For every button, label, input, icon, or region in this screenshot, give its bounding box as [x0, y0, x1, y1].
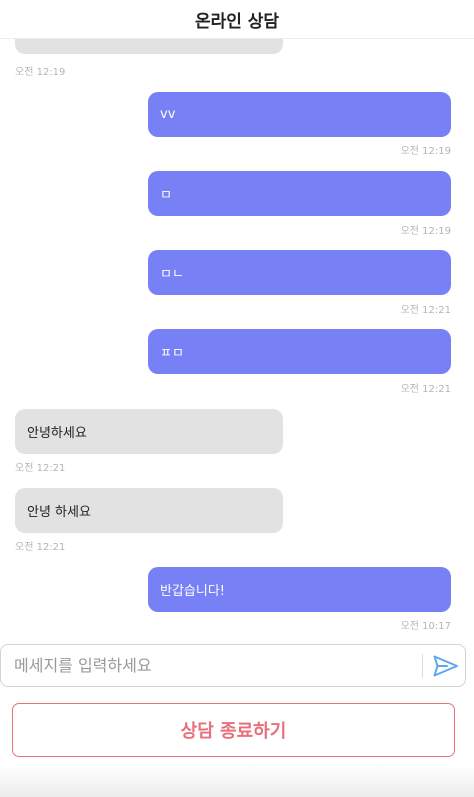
sent-message-bubble: vv	[148, 92, 451, 137]
message-text: vv	[160, 107, 176, 122]
sent-message-bubble: ㅁㄴ	[148, 250, 451, 295]
composer-divider	[422, 654, 423, 678]
chat-header: 온라인 상담	[0, 0, 474, 39]
message-timestamp: 오전 12:19	[400, 226, 451, 237]
message-timestamp: 오전 12:19	[15, 67, 66, 78]
end-consultation-button[interactable]: 상담 종료하기	[12, 703, 455, 757]
message-timestamp: 오전 12:21	[15, 463, 66, 474]
message-text: 안녕하세요	[27, 426, 87, 441]
message-timestamp: 오전 12:21	[400, 305, 451, 316]
message-text: 안녕 하세요	[27, 505, 91, 520]
received-message-bubble	[15, 39, 283, 54]
message-text: ㅁㄴ	[160, 267, 184, 282]
message-text: ㅍㅁ	[160, 346, 184, 361]
sent-message-bubble: ㅍㅁ	[148, 329, 451, 374]
sent-message-bubble: ㅁ	[148, 171, 451, 216]
send-icon	[433, 655, 458, 677]
sent-message-bubble: 반갑습니다!	[148, 567, 451, 612]
send-button[interactable]	[431, 653, 461, 679]
bottom-shadow	[0, 765, 474, 797]
message-text: ㅁ	[160, 188, 172, 203]
message-list[interactable]: 오전 12:19 vv 오전 12:19 ㅁ 오전 12:19 ㅁㄴ 오전 12…	[0, 39, 474, 639]
message-text: 반갑습니다!	[160, 584, 226, 599]
message-timestamp: 오전 10:17	[400, 621, 451, 632]
message-timestamp: 오전 12:19	[400, 146, 451, 157]
end-consultation-label: 상담 종료하기	[180, 721, 287, 742]
page-title: 온라인 상담	[194, 11, 280, 32]
message-composer	[0, 644, 466, 687]
message-input[interactable]	[14, 645, 414, 686]
received-message-bubble: 안녕하세요	[15, 409, 283, 454]
message-timestamp: 오전 12:21	[400, 384, 451, 395]
received-message-bubble: 안녕 하세요	[15, 488, 283, 533]
message-timestamp: 오전 12:21	[15, 542, 66, 553]
